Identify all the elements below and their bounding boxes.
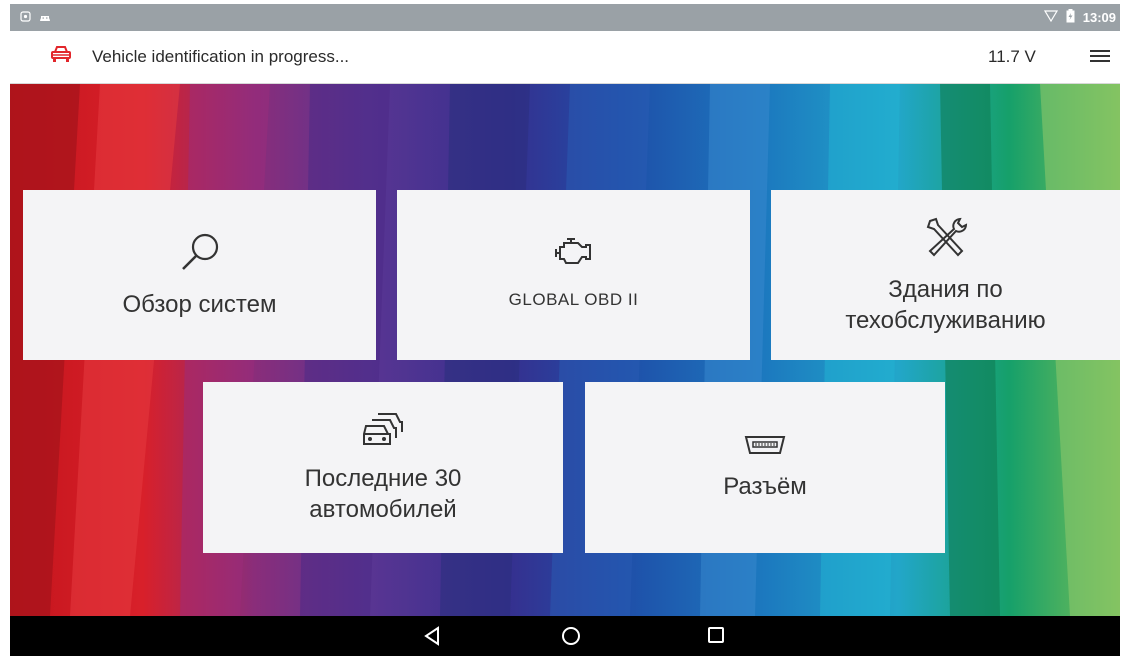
tile-system-overview[interactable]: Обзор систем: [23, 190, 376, 360]
engine-icon: [554, 235, 594, 274]
screenshot-icon: [20, 10, 31, 25]
tile-maintenance[interactable]: Здания по техобслуживанию: [771, 190, 1120, 360]
connector-icon: [744, 434, 786, 461]
tile-label: Обзор систем: [122, 291, 277, 318]
tile-connector[interactable]: Разъём: [585, 382, 945, 553]
navigation-bar: [10, 616, 1120, 656]
cars-stack-icon: [360, 410, 406, 453]
recents-icon[interactable]: [707, 626, 725, 649]
device-screen: 13:09 Vehicle identification in progress…: [10, 4, 1120, 656]
back-icon[interactable]: [423, 626, 441, 651]
menu-icon[interactable]: [1090, 48, 1110, 69]
battery-voltage: 11.7 V: [988, 47, 1036, 66]
android-icon: [39, 10, 51, 25]
tools-icon: [922, 215, 970, 264]
status-time: 13:09: [1082, 10, 1116, 25]
car-icon: [50, 45, 72, 68]
home-icon[interactable]: [561, 626, 581, 651]
tile-label: Разъём: [723, 472, 807, 500]
page-title: Vehicle identification in progress...: [92, 47, 350, 66]
status-bar: 13:09: [10, 4, 1120, 31]
tile-global-obd[interactable]: GLOBAL OBD II: [397, 190, 750, 360]
tile-label: Здания по техобслуживанию: [845, 275, 1046, 334]
search-icon: [178, 230, 222, 279]
tile-label: GLOBAL OBD II: [508, 290, 639, 309]
wifi-icon: [1043, 10, 1058, 25]
tile-label: Последние 30 автомобилей: [304, 465, 462, 523]
app-bar: Vehicle identification in progress... 11…: [10, 31, 1120, 84]
tile-last-vehicles[interactable]: Последние 30 автомобилей: [203, 382, 563, 553]
battery-icon: [1066, 9, 1075, 26]
